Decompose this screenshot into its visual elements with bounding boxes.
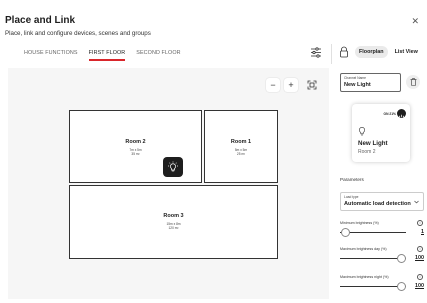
room-3[interactable]: Room 3 15m x 8m 120 m² bbox=[69, 185, 278, 259]
device-card[interactable]: ON 21% New Light Room 2 bbox=[352, 104, 410, 162]
channel-name-field[interactable]: Channel Name New Light bbox=[340, 73, 401, 92]
light-device-marker[interactable] bbox=[163, 157, 183, 177]
trash-icon bbox=[410, 78, 416, 86]
floorplan-view-button[interactable]: Floorplan bbox=[355, 46, 388, 58]
floorplan-canvas[interactable]: − + Room 2 7m x 5m 35 m² Room 1 5m x 5m … bbox=[8, 68, 329, 299]
room-name: Room 1 bbox=[230, 139, 252, 145]
room-area: 120 m² bbox=[168, 226, 179, 230]
info-icon[interactable]: i bbox=[417, 220, 423, 226]
device-status: ON 21% bbox=[383, 112, 396, 116]
zoom-in-button[interactable]: + bbox=[284, 78, 298, 92]
min-brightness-slider[interactable]: Minimum brightness (%) i 1 bbox=[340, 220, 424, 243]
tab-house-functions[interactable]: HOUSE FUNCTIONS bbox=[24, 49, 78, 63]
lock-icon[interactable] bbox=[339, 46, 349, 58]
info-icon[interactable]: i bbox=[417, 246, 423, 252]
load-type-select[interactable]: Load type Automatic load detection bbox=[340, 192, 424, 211]
parameters-heading: Parameters bbox=[340, 177, 364, 182]
room-area: 35 m² bbox=[131, 152, 140, 156]
zoom-out-button[interactable]: − bbox=[266, 78, 280, 92]
power-icon[interactable] bbox=[397, 109, 406, 121]
page-title: Place and Link bbox=[5, 15, 76, 26]
page-subtitle: Place, link and configure devices, scene… bbox=[5, 30, 151, 37]
room-name: Room 2 bbox=[125, 139, 146, 145]
channel-name-value: New Light bbox=[344, 82, 371, 88]
slider-label: Minimum brightness (%) bbox=[340, 221, 379, 225]
slider-label: Maximum brightness day (%) bbox=[340, 247, 387, 251]
slider-value[interactable]: 1 bbox=[421, 229, 424, 235]
tab-second-floor[interactable]: SECOND FLOOR bbox=[136, 49, 180, 63]
room-area: 25 m² bbox=[236, 152, 246, 156]
slider-thumb[interactable] bbox=[397, 254, 406, 263]
sliders-icon[interactable] bbox=[310, 47, 322, 58]
device-room: Room 2 bbox=[358, 149, 376, 155]
max-brightness-day-slider[interactable]: Maximum brightness day (%) i 100 bbox=[340, 246, 424, 269]
slider-thumb[interactable] bbox=[341, 228, 350, 237]
dialog-header: Place and Link Place, link and configure… bbox=[0, 0, 427, 44]
delete-button[interactable] bbox=[406, 75, 420, 89]
slider-value[interactable]: 100 bbox=[415, 255, 424, 261]
close-icon[interactable]: ✕ bbox=[411, 17, 419, 26]
chevron-down-icon bbox=[414, 200, 419, 204]
max-brightness-night-slider[interactable]: Maximum brightness night (%) i 100 bbox=[340, 274, 424, 297]
room-1[interactable]: Room 1 5m x 5m 25 m² bbox=[204, 110, 278, 183]
load-type-value: Automatic load detection bbox=[344, 201, 411, 207]
toolbar-divider bbox=[331, 44, 332, 64]
slider-label: Maximum brightness night (%) bbox=[340, 275, 389, 279]
slider-thumb[interactable] bbox=[397, 282, 406, 291]
light-bulb-icon bbox=[359, 127, 365, 136]
view-toggle: Floorplan List View bbox=[355, 46, 422, 58]
room-name: Room 3 bbox=[163, 213, 184, 219]
slider-value[interactable]: 100 bbox=[415, 283, 424, 289]
tab-first-floor[interactable]: FIRST FLOOR bbox=[88, 49, 126, 63]
place-and-link-dialog: Place and Link Place, link and configure… bbox=[0, 0, 427, 303]
load-type-label: Load type bbox=[344, 195, 359, 199]
channel-name-label: Channel Name bbox=[344, 76, 366, 80]
device-name: New Light bbox=[358, 140, 388, 147]
list-view-button[interactable]: List View bbox=[391, 46, 422, 58]
fit-screen-icon[interactable] bbox=[305, 78, 319, 92]
info-icon[interactable]: i bbox=[417, 274, 423, 280]
floor-tabs: HOUSE FUNCTIONS FIRST FLOOR SECOND FLOOR bbox=[24, 49, 181, 63]
light-bulb-icon bbox=[168, 161, 178, 172]
